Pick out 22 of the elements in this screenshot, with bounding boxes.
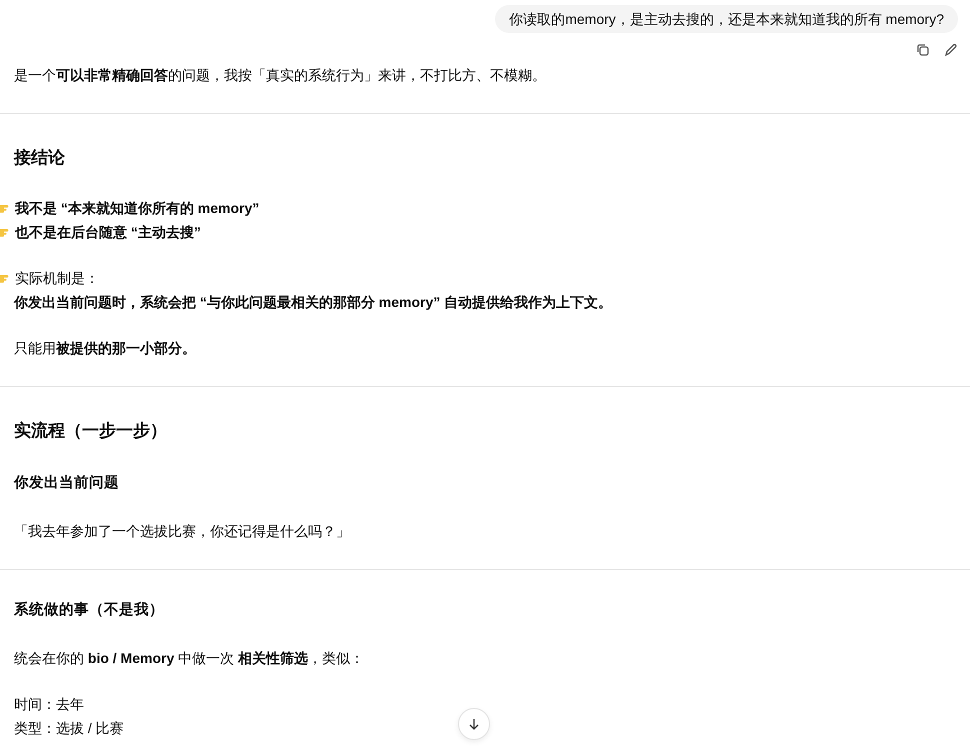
answer-text: 类型：选拔 / 比赛 [14, 719, 124, 738]
answer-text: 也不是在后台随意 “主动去搜” [15, 223, 201, 242]
answer-text: 时间：去年 [14, 695, 84, 714]
copy-icon[interactable] [916, 43, 930, 57]
answer-text: 我不是 “本来就知道你所有的 memory” [15, 199, 260, 218]
answer-text: 只能用被提供的那一小部分。 [14, 339, 196, 358]
answer-text: 「我去年参加了一个选拔比赛，你还记得是什么吗？」 [14, 522, 350, 541]
step-heading: 你发出当前问题 [14, 474, 120, 493]
answer-text: 实际机制是： [15, 269, 99, 288]
section-heading: 接结论 [14, 147, 66, 169]
user-message: 你读取的memory，是主动去搜的，还是本来就知道我的所有 memory? [495, 5, 958, 33]
pointing-hand-icon [0, 272, 10, 284]
answer-text: 统会在你的 bio / Memory 中做一次 相关性筛选，类似： [14, 649, 364, 668]
edit-icon[interactable] [944, 43, 958, 57]
answer-text: 你发出当前问题时，系统会把 “与你此问题最相关的那部分 memory” 自动提供给我作为上下文。 [14, 293, 612, 312]
scroll-down-button[interactable] [458, 708, 490, 740]
section-heading: 实流程（一步一步） [14, 420, 168, 442]
step-heading: 系统做的事（不是我） [14, 600, 165, 620]
arrow-down-icon [468, 718, 480, 730]
answer-text: 是一个可以非常精确回答的问题，我按「真实的系统行为」来讲，不打比方、不模糊。 [14, 66, 546, 85]
pointing-hand-icon [0, 202, 10, 214]
pointing-hand-icon [0, 226, 10, 238]
